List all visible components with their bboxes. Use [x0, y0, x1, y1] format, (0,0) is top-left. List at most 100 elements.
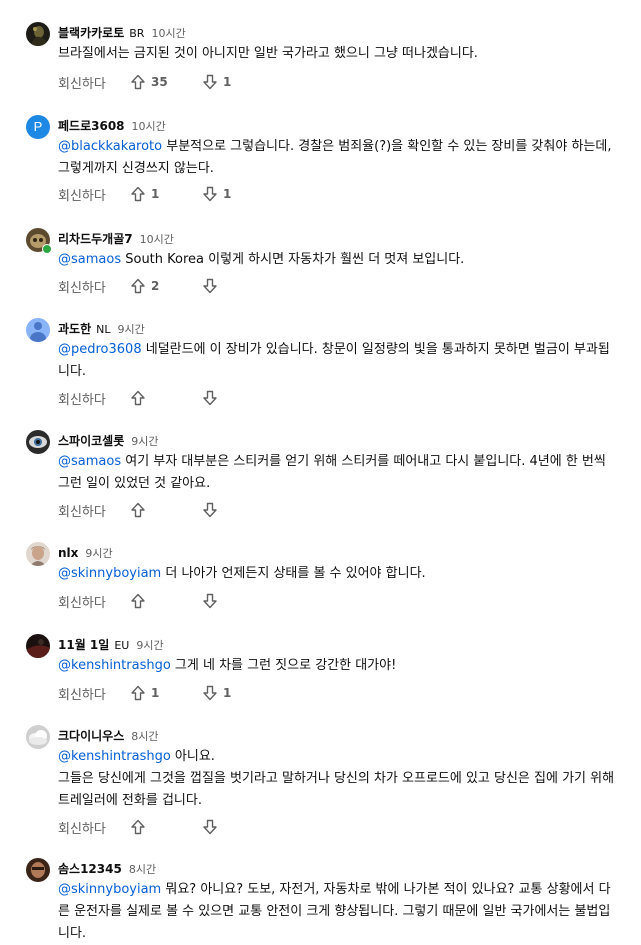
timestamp[interactable]: 10시간: [132, 120, 166, 133]
timestamp[interactable]: 9시간: [136, 639, 163, 652]
comment-actions: 회신하다 1 1: [58, 681, 274, 705]
arrow-up-icon: [130, 502, 146, 518]
avatar[interactable]: P: [26, 115, 50, 139]
downvote-count: 1: [223, 75, 232, 89]
timestamp[interactable]: 9시간: [131, 435, 158, 448]
country-code: BR: [129, 27, 145, 40]
upvote-count: 35: [151, 75, 168, 89]
author-name[interactable]: nlx: [58, 546, 78, 560]
arrow-up-icon: [130, 819, 146, 835]
avatar[interactable]: [26, 634, 50, 658]
author-name[interactable]: 11월 1일: [58, 638, 109, 652]
arrow-down-icon: [202, 278, 218, 294]
downvote-button[interactable]: [202, 502, 274, 518]
avatar[interactable]: [26, 22, 50, 46]
timestamp[interactable]: 9시간: [117, 323, 144, 336]
comment-text: @skinnyboyiam 더 나아가 언제든지 상태를 볼 수 있어야 합니다…: [58, 563, 618, 585]
reply-button[interactable]: 회신하다: [58, 684, 130, 703]
mention-link[interactable]: @kenshintrashgo: [58, 749, 171, 764]
upvote-button[interactable]: 35: [130, 74, 202, 90]
downvote-button[interactable]: 1: [202, 74, 274, 90]
comment-body: 네덜란드에 이 장비가 있습니다. 창문이 일정량의 빛을 통과하지 못하면 벌…: [58, 342, 610, 379]
upvote-button[interactable]: [130, 593, 202, 609]
comment-actions: 회신하다 2: [58, 274, 274, 298]
reply-button[interactable]: 회신하다: [58, 185, 130, 204]
comment-body: 브라질에서는 금지된 것이 아니지만 일반 국가라고 했으니 그냥 떠나겠습니다…: [58, 46, 478, 61]
upvote-button[interactable]: [130, 819, 202, 835]
upvote-button[interactable]: [130, 502, 202, 518]
reply-button[interactable]: 회신하다: [58, 389, 130, 408]
timestamp[interactable]: 10시간: [151, 27, 185, 40]
arrow-down-icon: [202, 593, 218, 609]
upvote-button[interactable]: 2: [130, 278, 202, 294]
downvote-count: 1: [223, 187, 232, 201]
comment-actions: 회신하다: [58, 589, 274, 613]
arrow-down-icon: [202, 74, 218, 90]
mention-link[interactable]: @kenshintrashgo: [58, 658, 171, 673]
comment-header: 블랙카카로토 BR 10시간: [58, 22, 186, 42]
mention-link[interactable]: @samaos: [58, 252, 121, 267]
comment-actions: 회신하다: [58, 498, 274, 522]
arrow-up-icon: [130, 186, 146, 202]
comment-header: 크다이니우스 8시간: [58, 725, 159, 745]
avatar[interactable]: [26, 542, 50, 566]
downvote-button[interactable]: [202, 819, 274, 835]
arrow-up-icon: [130, 278, 146, 294]
reply-button[interactable]: 회신하다: [58, 277, 130, 296]
arrow-up-icon: [130, 74, 146, 90]
avatar[interactable]: [26, 430, 50, 454]
mention-link[interactable]: @blackkakaroto: [58, 139, 162, 154]
mention-link[interactable]: @samaos: [58, 454, 121, 469]
default-user-avatar[interactable]: [26, 318, 50, 342]
mention-link[interactable]: @skinnyboyiam: [58, 566, 161, 581]
arrow-up-icon: [130, 685, 146, 701]
timestamp[interactable]: 9시간: [85, 547, 112, 560]
comment-text: @samaos South Korea 이렇게 하시면 자동차가 훨씬 더 멋져…: [58, 249, 618, 271]
timestamp[interactable]: 10시간: [140, 233, 174, 246]
author-name[interactable]: 과도한: [58, 322, 91, 336]
upvote-count: 2: [151, 279, 160, 293]
comment-text: @kenshintrashgo 그게 네 차를 그런 짓으로 강간한 대가야!: [58, 655, 618, 677]
comment-list: 블랙카카로토 BR 10시간 브라질에서는 금지된 것이 아니지만 일반 국가라고 …: [0, 0, 641, 941]
comment-text: @blackkakaroto 부분적으로 그렇습니다. 경찰은 범죄율(?)을 …: [58, 136, 618, 180]
reply-button[interactable]: 회신하다: [58, 501, 130, 520]
upvote-button[interactable]: 1: [130, 685, 202, 701]
author-name[interactable]: 리차드두개골7: [58, 232, 133, 246]
comment-header: nlx 9시간: [58, 542, 113, 562]
upvote-button[interactable]: 1: [130, 186, 202, 202]
downvote-button[interactable]: [202, 390, 274, 406]
author-name[interactable]: 스파이코셀롯: [58, 434, 124, 448]
comment-header: 스파이코셀롯 9시간: [58, 430, 159, 450]
comment-body: 더 나아가 언제든지 상태를 볼 수 있어야 합니다.: [161, 566, 426, 581]
comment-header: 리차드두개골7 10시간: [58, 228, 174, 248]
downvote-button[interactable]: [202, 278, 274, 294]
author-name[interactable]: 페드로3608: [58, 119, 125, 133]
downvote-button[interactable]: 1: [202, 685, 274, 701]
arrow-up-icon: [130, 390, 146, 406]
online-status-icon: [42, 244, 52, 254]
mention-link[interactable]: @skinnyboyiam: [58, 882, 161, 897]
arrow-down-icon: [202, 685, 218, 701]
reply-button[interactable]: 회신하다: [58, 592, 130, 611]
author-name[interactable]: 블랙카카로토: [58, 26, 124, 40]
comment-actions: 회신하다 35 1: [58, 70, 274, 94]
arrow-up-icon: [130, 593, 146, 609]
upvote-button[interactable]: [130, 390, 202, 406]
avatar[interactable]: [26, 725, 50, 749]
upvote-count: 1: [151, 187, 160, 201]
comment-text: @pedro3608 네덜란드에 이 장비가 있습니다. 창문이 일정량의 빛을…: [58, 339, 618, 383]
reply-button[interactable]: 회신하다: [58, 73, 130, 92]
reply-button[interactable]: 회신하다: [58, 818, 130, 837]
arrow-down-icon: [202, 186, 218, 202]
timestamp[interactable]: 8시간: [129, 863, 156, 876]
avatar[interactable]: [26, 858, 50, 882]
comment-text: @skinnyboyiam 뭐요? 아니요? 도보, 자전거, 자동차로 밖에 …: [58, 879, 618, 945]
author-name[interactable]: 솜스12345: [58, 862, 122, 876]
downvote-button[interactable]: [202, 593, 274, 609]
mention-link[interactable]: @pedro3608: [58, 342, 142, 357]
timestamp[interactable]: 8시간: [131, 730, 158, 743]
author-name[interactable]: 크다이니우스: [58, 729, 124, 743]
downvote-button[interactable]: 1: [202, 186, 274, 202]
comment-actions: 회신하다: [58, 386, 274, 410]
comment-actions: 회신하다: [58, 815, 274, 839]
